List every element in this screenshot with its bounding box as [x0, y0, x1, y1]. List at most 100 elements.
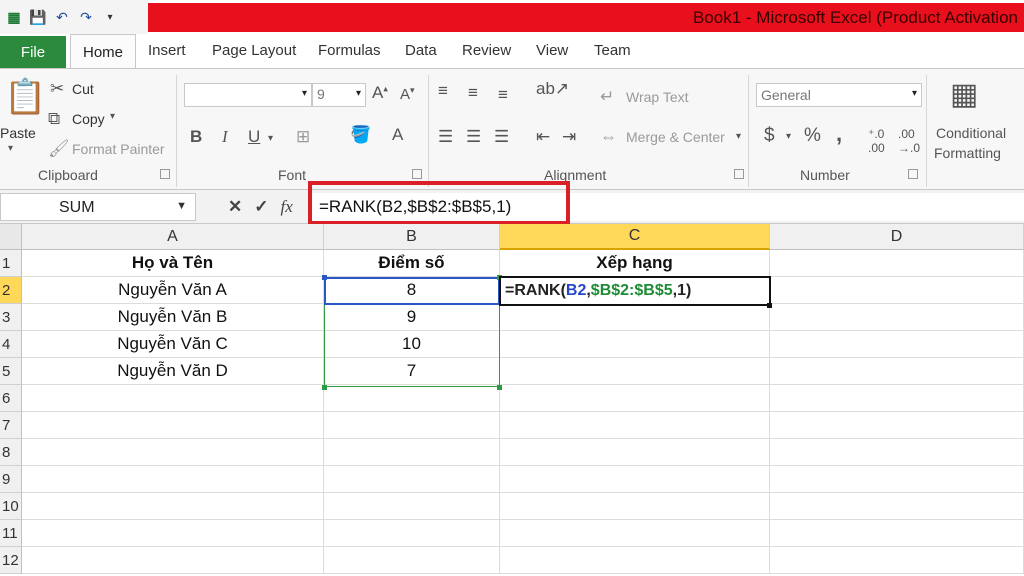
empty-cell[interactable] [22, 466, 324, 493]
fill-handle[interactable] [767, 303, 772, 308]
empty-cell[interactable] [22, 493, 324, 520]
tab-insert[interactable]: Insert [148, 42, 186, 59]
currency-button[interactable]: $ [764, 125, 775, 147]
chevron-down-icon[interactable]: ▼ [176, 200, 187, 212]
cell-d3[interactable] [770, 304, 1024, 331]
align-top-icon[interactable]: ≡ [438, 81, 448, 101]
empty-cell[interactable] [500, 466, 770, 493]
conditional-formatting-icon[interactable]: ▦ [950, 77, 978, 112]
orientation-icon[interactable]: ab↗ [536, 79, 569, 99]
worksheet-grid[interactable]: A B C D 1 2 3 4 5 6 7 8 9 10 11 12 Họ và… [0, 224, 1024, 576]
row-header[interactable]: 3 [0, 304, 22, 331]
row-header[interactable]: 10 [0, 493, 22, 520]
empty-cell[interactable] [22, 520, 324, 547]
cell-a2[interactable]: Nguyễn Văn A [22, 277, 324, 304]
cell-a5[interactable]: Nguyễn Văn D [22, 358, 324, 385]
empty-cell[interactable] [500, 385, 770, 412]
range-handle[interactable] [322, 385, 327, 390]
redo-icon[interactable]: ↷ [76, 7, 96, 27]
merge-center-icon[interactable]: ⇔ [600, 127, 617, 147]
clipboard-launcher-icon[interactable] [160, 169, 170, 179]
cancel-icon[interactable]: ✕ [228, 197, 242, 217]
font-color-icon[interactable]: A [392, 125, 403, 145]
save-icon[interactable]: 💾 [28, 7, 48, 27]
font-size-combo[interactable]: 9 ▾ [312, 83, 366, 107]
align-bottom-icon[interactable]: ≡ [498, 85, 508, 105]
row-header[interactable]: 7 [0, 412, 22, 439]
currency-dropdown-icon[interactable]: ▾ [786, 131, 791, 142]
borders-icon[interactable]: ⊞ [296, 127, 310, 147]
fill-color-icon[interactable]: 🪣 [350, 125, 371, 145]
number-launcher-icon[interactable] [908, 169, 918, 179]
paste-dropdown-icon[interactable]: ▾ [8, 143, 13, 154]
select-all-corner[interactable] [0, 224, 22, 250]
cell-a3[interactable]: Nguyễn Văn B [22, 304, 324, 331]
empty-cell[interactable] [770, 439, 1024, 466]
tab-data[interactable]: Data [405, 42, 437, 59]
cell-c4[interactable] [500, 331, 770, 358]
wrap-text-button[interactable]: Wrap Text [626, 89, 689, 105]
column-header-a[interactable]: A [22, 224, 324, 250]
empty-cell[interactable] [770, 493, 1024, 520]
empty-cell[interactable] [770, 466, 1024, 493]
empty-cell[interactable] [22, 439, 324, 466]
cell-d4[interactable] [770, 331, 1024, 358]
grow-font-icon[interactable]: A▴ [372, 83, 388, 103]
row-header[interactable]: 11 [0, 520, 22, 547]
underline-dropdown-icon[interactable]: ▾ [268, 133, 273, 144]
tab-home[interactable]: Home [70, 34, 136, 69]
row-header[interactable]: 4 [0, 331, 22, 358]
empty-cell[interactable] [770, 520, 1024, 547]
empty-cell[interactable] [324, 385, 500, 412]
paste-icon[interactable]: 📋 [4, 77, 46, 117]
conditional-formatting-label[interactable]: Formatting [934, 145, 1001, 161]
tab-file[interactable]: File [0, 36, 66, 68]
cut-button[interactable]: Cut [72, 81, 94, 97]
align-left-icon[interactable]: ☰ [438, 127, 453, 147]
shrink-font-icon[interactable]: A▾ [400, 85, 415, 103]
tab-team[interactable]: Team [594, 42, 631, 59]
row-header[interactable]: 1 [0, 250, 22, 277]
wrap-text-icon[interactable]: ↵ [600, 87, 614, 107]
tab-page-layout[interactable]: Page Layout [212, 42, 296, 59]
conditional-formatting-button[interactable]: Conditional [936, 125, 1006, 141]
cut-icon[interactable]: ✂ [50, 79, 64, 99]
format-painter-button[interactable]: Format Painter [72, 141, 165, 157]
row-header[interactable]: 2 [0, 277, 22, 304]
cell-d1[interactable] [770, 250, 1024, 277]
empty-cell[interactable] [324, 439, 500, 466]
empty-cell[interactable] [324, 547, 500, 574]
empty-cell[interactable] [500, 520, 770, 547]
active-cell-c2[interactable]: =RANK(B2, $B$2:$B$5,1) [499, 276, 771, 306]
copy-button[interactable]: Copy [72, 111, 105, 127]
column-header-b[interactable]: B [324, 224, 500, 250]
enter-icon[interactable]: ✓ [254, 197, 268, 217]
merge-dropdown-icon[interactable]: ▾ [736, 131, 741, 142]
empty-cell[interactable] [22, 412, 324, 439]
empty-cell[interactable] [770, 412, 1024, 439]
row-header[interactable]: 6 [0, 385, 22, 412]
empty-cell[interactable] [22, 547, 324, 574]
range-handle[interactable] [322, 275, 327, 280]
empty-cell[interactable] [324, 520, 500, 547]
row-header[interactable]: 8 [0, 439, 22, 466]
name-box[interactable]: SUM ▼ [0, 193, 196, 221]
insert-function-button[interactable]: fx [281, 197, 293, 217]
tab-formulas[interactable]: Formulas [318, 42, 381, 59]
empty-cell[interactable] [500, 439, 770, 466]
increase-indent-icon[interactable]: ⇥ [562, 127, 576, 147]
empty-cell[interactable] [500, 412, 770, 439]
cell-c5[interactable] [500, 358, 770, 385]
tab-view[interactable]: View [536, 42, 568, 59]
font-launcher-icon[interactable] [412, 169, 422, 179]
customize-icon[interactable]: ▾ [100, 7, 120, 27]
empty-cell[interactable] [770, 547, 1024, 574]
cell-a1[interactable]: Họ và Tên [22, 250, 324, 277]
undo-icon[interactable]: ↶ [52, 7, 72, 27]
row-header[interactable]: 9 [0, 466, 22, 493]
column-header-c[interactable]: C [500, 224, 770, 250]
paste-button[interactable]: Paste [0, 125, 36, 141]
align-center-icon[interactable]: ☰ [466, 127, 481, 147]
column-header-d[interactable]: D [770, 224, 1024, 250]
range-handle[interactable] [497, 385, 502, 390]
